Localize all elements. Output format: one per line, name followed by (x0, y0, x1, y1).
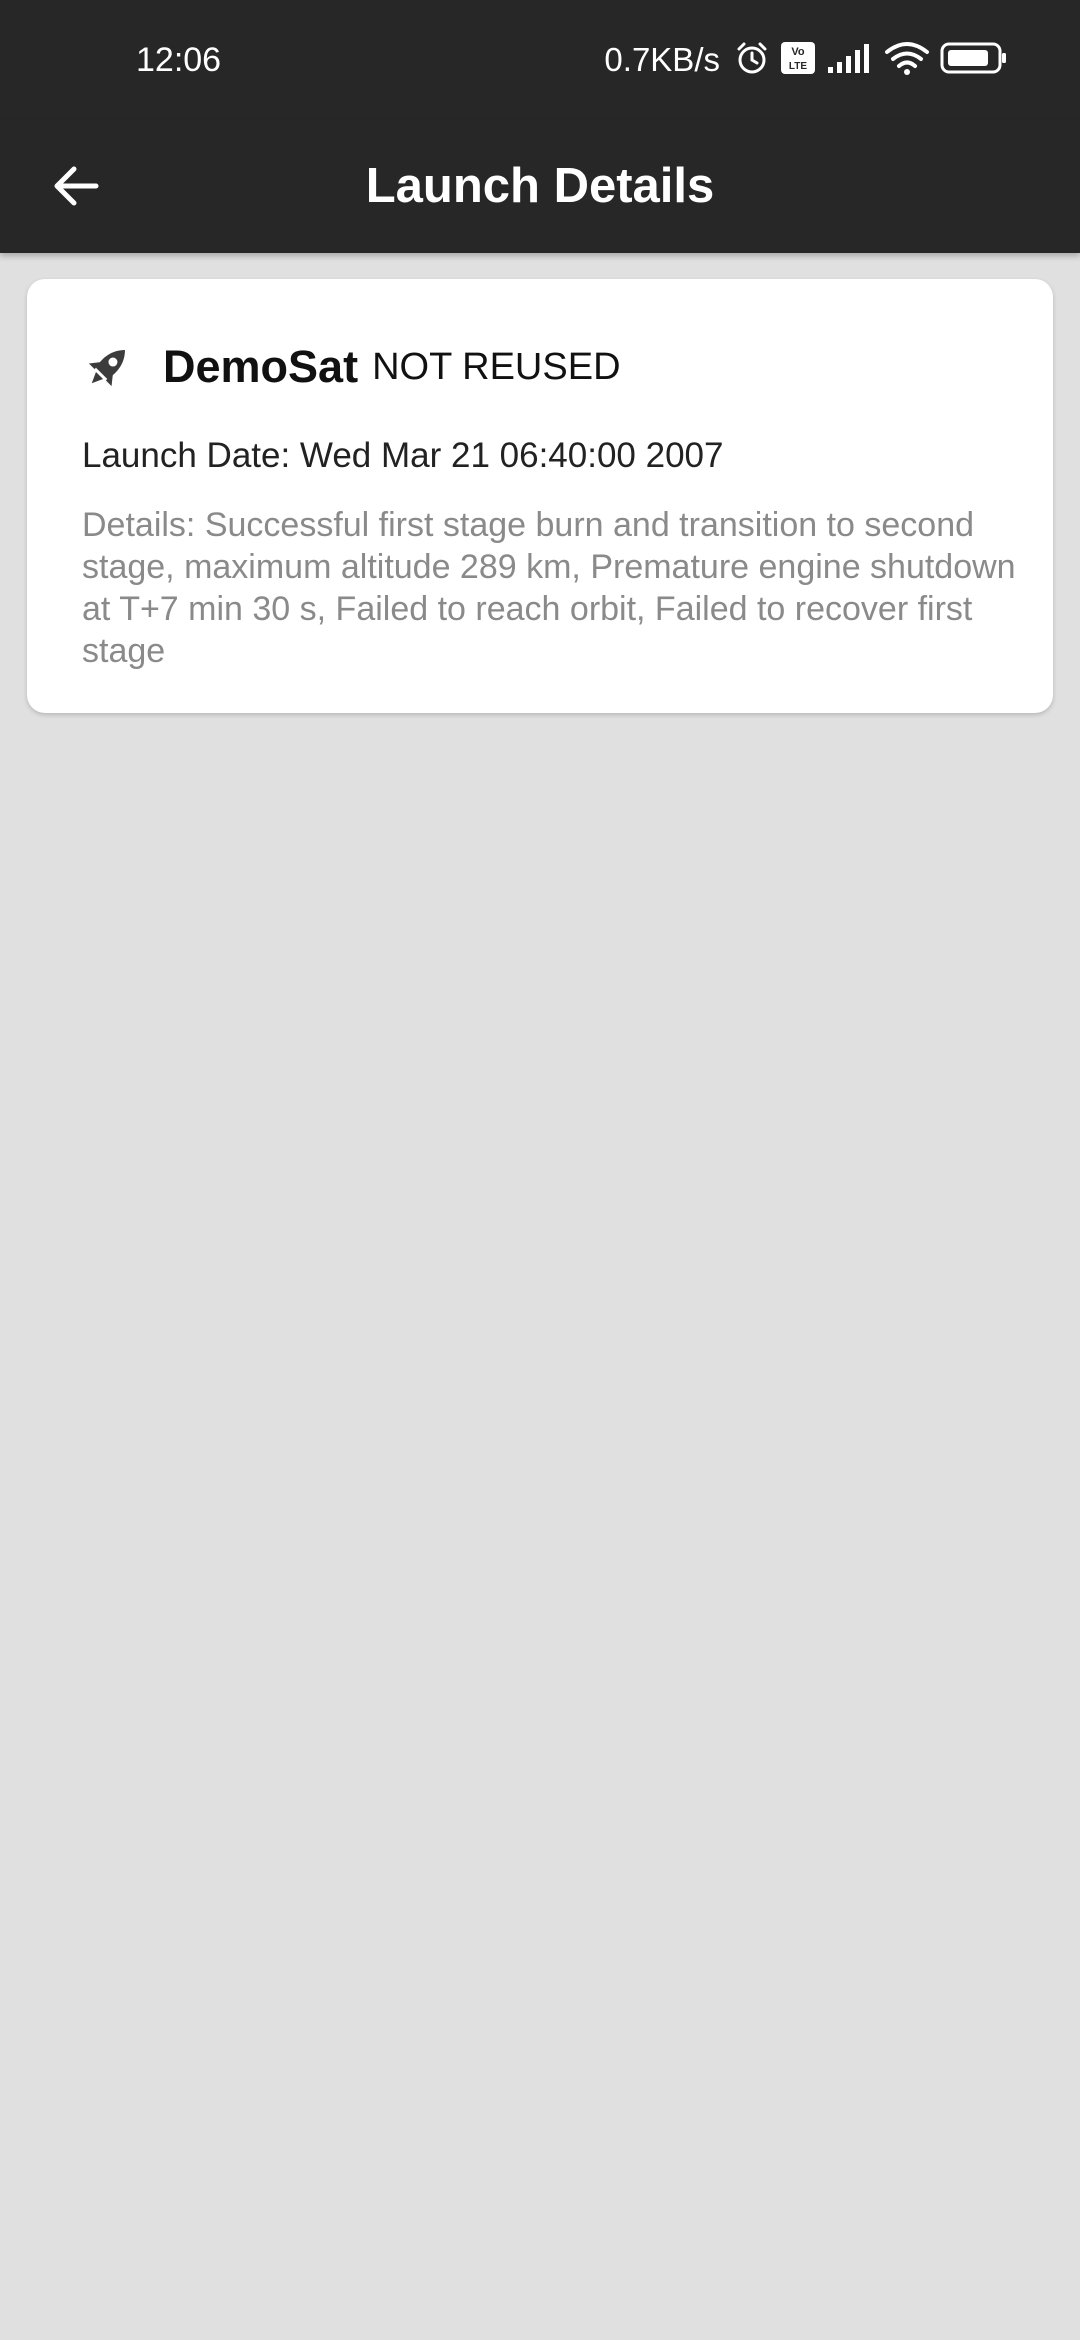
signal-icon (826, 41, 874, 80)
mission-name: DemoSat (163, 341, 359, 392)
status-icons: 0.7KB/s Vo LTE (604, 36, 1008, 84)
app-bar: Launch Details (0, 120, 1080, 253)
volte-icon: Vo LTE (780, 41, 816, 80)
launch-card[interactable]: DemoSat NOT REUSED Launch Date: Wed Mar … (27, 279, 1053, 713)
launch-date: Launch Date: Wed Mar 21 06:40:00 2007 (82, 436, 724, 475)
svg-text:LTE: LTE (789, 61, 807, 72)
rocket-icon (81, 338, 139, 396)
arrow-back-icon (54, 166, 99, 206)
reuse-status: NOT REUSED (372, 345, 621, 388)
status-time: 12:06 (136, 41, 222, 79)
alarm-icon (734, 40, 770, 81)
page-title: Launch Details (365, 159, 715, 213)
svg-text:Vo: Vo (791, 46, 805, 58)
launch-details: Details: Successful first stage burn and… (82, 506, 1016, 670)
wifi-icon (884, 40, 930, 81)
battery-icon (940, 42, 1008, 79)
launch-card-header: DemoSat NOT REUSED (81, 337, 621, 397)
network-speed: 0.7KB/s (604, 41, 720, 78)
back-button[interactable] (38, 148, 114, 224)
status-bar: 12:06 0.7KB/s Vo LTE (0, 0, 1080, 120)
